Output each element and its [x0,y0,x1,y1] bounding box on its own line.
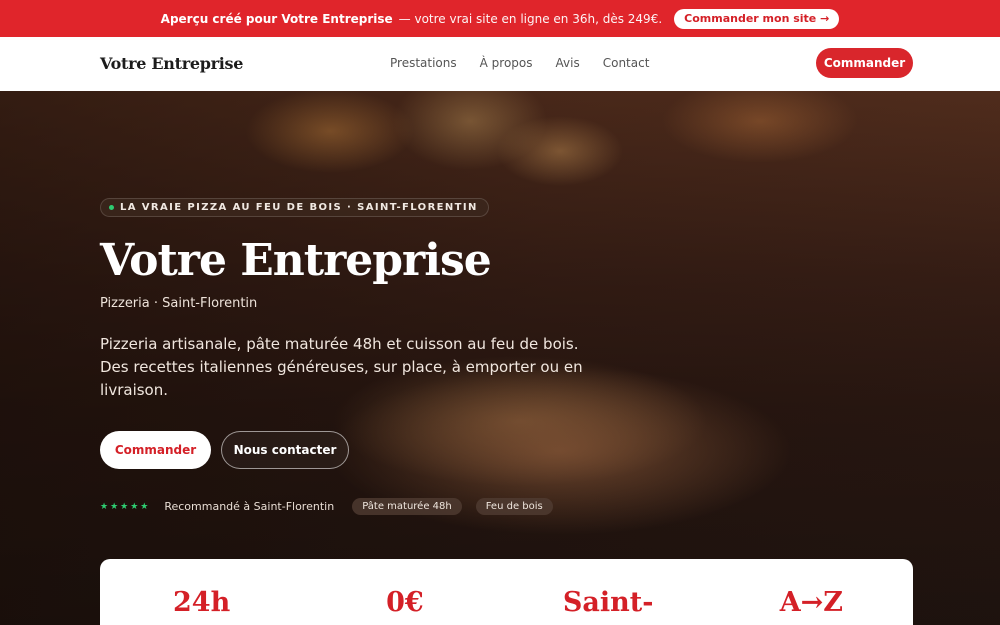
trust-row: ★★★★★ Recommandé à Saint-Florentin Pâte … [100,498,553,515]
nav-item-avis[interactable]: Avis [556,56,580,70]
nav-item-contact[interactable]: Contact [603,56,650,70]
hero-title: Votre Entreprise [100,235,492,286]
order-site-button[interactable]: Commander mon site → [674,8,840,29]
nav-item-a-propos[interactable]: À propos [480,56,533,70]
status-dot-icon [109,205,114,210]
rating-label: Recommandé à Saint-Florentin [164,500,335,513]
hero-order-button[interactable]: Commander [100,431,211,469]
site-header: Votre Entreprise Prestations À propos Av… [0,37,1000,91]
stat-value: Saint- [562,587,654,618]
brand-logo[interactable]: Votre Entreprise [100,54,243,73]
promo-text: — votre vrai site en ligne en 36h, dès 2… [398,11,663,26]
header-order-button[interactable]: Commander [816,48,913,78]
nav-item-prestations[interactable]: Prestations [390,56,457,70]
main-nav: Prestations À propos Avis Contact [390,56,649,70]
hero-contact-button[interactable]: Nous contacter [221,431,349,469]
hero-section: LA VRAIE PIZZA AU FEU DE BOIS · SAINT-FL… [0,91,1000,625]
rating-stars-icon: ★★★★★ [100,501,151,512]
hero-description: Pizzeria artisanale, pâte maturée 48h et… [100,335,583,399]
hero-kicker-text: LA VRAIE PIZZA AU FEU DE BOIS · SAINT-FL… [120,202,478,213]
stat-value: 24h [173,587,231,618]
stat-value: A→Z [779,587,844,618]
promo-title: Aperçu créé pour Votre Entreprise [160,11,393,26]
feature-chip: Feu de bois [475,498,553,515]
hero-kicker-badge: LA VRAIE PIZZA AU FEU DE BOIS · SAINT-FL… [100,198,489,217]
promo-bar: Aperçu créé pour Votre Entreprise — votr… [0,0,1000,37]
stats-card: 24h 0€ Saint- A→Z [100,559,913,625]
stat-value: 0€ [386,587,424,618]
feature-chip: Pâte maturée 48h [352,498,462,515]
hero-subtitle: Pizzeria · Saint-Florentin [100,296,258,311]
